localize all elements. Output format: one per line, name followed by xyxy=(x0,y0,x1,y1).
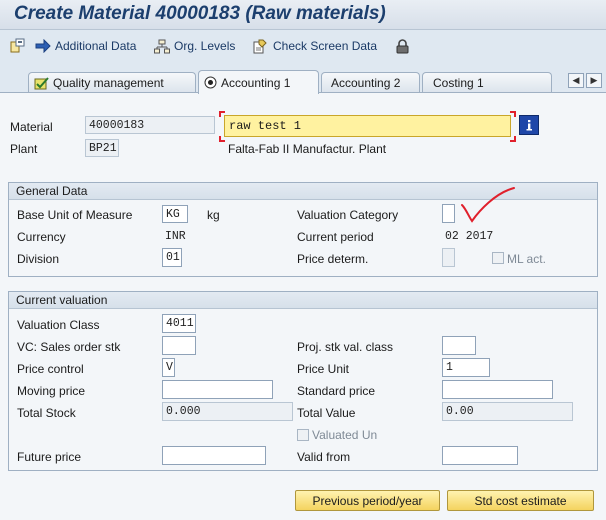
application-toolbar: Additional Data Org. Levels Check Screen… xyxy=(0,31,606,61)
tab-strip: Quality management Accounting 1 Accounti… xyxy=(0,66,606,94)
check-screen-data-label: Check Screen Data xyxy=(273,39,378,53)
check-screen-data-button[interactable]: Check Screen Data xyxy=(253,37,377,55)
base-unit-text: kg xyxy=(207,208,220,222)
future-price-field[interactable] xyxy=(162,446,266,465)
ml-act-label: ML act. xyxy=(507,252,546,266)
tab-accounting-1-label: Accounting 1 xyxy=(221,75,291,90)
valuation-class-field[interactable]: 4011 xyxy=(162,314,196,333)
total-value-label: Total Value xyxy=(297,406,356,420)
chevron-right-icon: ▶ xyxy=(590,75,598,85)
current-period-value: 02 2017 xyxy=(445,230,494,243)
field-focus-markers xyxy=(219,111,516,142)
valuation-class-label: Valuation Class xyxy=(17,318,100,332)
valid-from-field[interactable] xyxy=(442,446,518,465)
tab-accounting-2-label: Accounting 2 xyxy=(331,76,401,90)
scroll-tabs-right-button[interactable]: ▶ xyxy=(586,73,602,88)
future-price-label: Future price xyxy=(17,450,82,464)
toggle-views-button[interactable] xyxy=(10,37,26,55)
info-icon xyxy=(524,119,534,131)
quality-icon xyxy=(34,76,49,89)
currency-value: INR xyxy=(165,230,186,243)
additional-info-button[interactable] xyxy=(519,115,539,135)
valuation-category-field[interactable] xyxy=(442,204,455,223)
valuation-category-label: Valuation Category xyxy=(297,208,399,222)
moving-price-label: Moving price xyxy=(17,384,86,398)
tab-quality-management-label: Quality management xyxy=(53,76,164,90)
price-control-field[interactable]: V xyxy=(162,358,175,377)
previous-period-button[interactable]: Previous period/year xyxy=(295,490,440,511)
total-stock-field: 0.000 xyxy=(162,402,293,421)
standard-price-label: Standard price xyxy=(297,384,376,398)
moving-price-field[interactable] xyxy=(162,380,273,399)
base-unit-label: Base Unit of Measure xyxy=(17,208,133,222)
tab-quality-management[interactable]: Quality management xyxy=(28,72,196,93)
standard-price-field[interactable] xyxy=(442,380,553,399)
lock-button[interactable] xyxy=(396,37,409,55)
currency-label: Currency xyxy=(17,230,66,244)
price-determ-label: Price determ. xyxy=(297,252,369,266)
valuated-un-label: Valuated Un xyxy=(312,428,378,442)
views-icon xyxy=(10,38,25,53)
valuated-un-checkbox xyxy=(297,429,309,441)
tab-accounting-1[interactable]: Accounting 1 xyxy=(198,70,319,94)
material-label: Material xyxy=(10,120,53,134)
org-levels-button[interactable]: Org. Levels xyxy=(154,37,235,55)
plant-description: Falta-Fab II Manufactur. Plant xyxy=(228,142,387,156)
price-determ-field xyxy=(442,248,455,267)
price-control-label: Price control xyxy=(17,362,84,376)
lock-icon xyxy=(396,38,409,53)
tab-costing-1[interactable]: Costing 1 xyxy=(422,72,552,93)
price-unit-label: Price Unit xyxy=(297,362,350,376)
current-valuation-heading: Current valuation xyxy=(9,292,597,309)
scroll-tabs-left-button[interactable]: ◀ xyxy=(568,73,584,88)
arrow-right-icon xyxy=(35,39,51,53)
total-stock-label: Total Stock xyxy=(17,406,76,420)
tab-accounting-2[interactable]: Accounting 2 xyxy=(321,72,420,93)
page-title: Create Material 40000183 (Raw materials) xyxy=(14,3,386,24)
plant-field: BP21 xyxy=(85,139,119,157)
valid-from-label: Valid from xyxy=(297,450,351,464)
org-structure-icon xyxy=(154,39,170,53)
division-field[interactable]: 01 xyxy=(162,248,182,267)
total-value-field: 0.00 xyxy=(442,402,573,421)
vc-sales-order-field[interactable] xyxy=(162,336,196,355)
proj-stk-label: Proj. stk val. class xyxy=(297,340,394,354)
material-number-field: 40000183 xyxy=(85,116,215,134)
main-panel: Material 40000183 raw test 1 Plant BP21 … xyxy=(0,92,606,520)
check-data-icon xyxy=(253,39,267,53)
price-unit-field[interactable]: 1 xyxy=(442,358,490,377)
division-label: Division xyxy=(17,252,60,266)
radio-selected-icon xyxy=(204,76,217,89)
vc-sales-order-label: VC: Sales order stk xyxy=(17,340,121,354)
additional-data-label: Additional Data xyxy=(55,39,137,53)
proj-stk-field[interactable] xyxy=(442,336,476,355)
tab-costing-1-label: Costing 1 xyxy=(433,76,484,90)
current-period-label: Current period xyxy=(297,230,374,244)
chevron-left-icon: ◀ xyxy=(572,75,580,85)
additional-data-button[interactable]: Additional Data xyxy=(35,37,136,55)
std-cost-estimate-button[interactable]: Std cost estimate xyxy=(447,490,594,511)
plant-label: Plant xyxy=(10,142,38,156)
ml-act-checkbox xyxy=(492,252,504,264)
annotation-checkmark xyxy=(461,187,515,223)
title-bar: Create Material 40000183 (Raw materials) xyxy=(0,0,606,30)
org-levels-label: Org. Levels xyxy=(174,39,236,53)
base-unit-field[interactable]: KG xyxy=(162,205,188,223)
